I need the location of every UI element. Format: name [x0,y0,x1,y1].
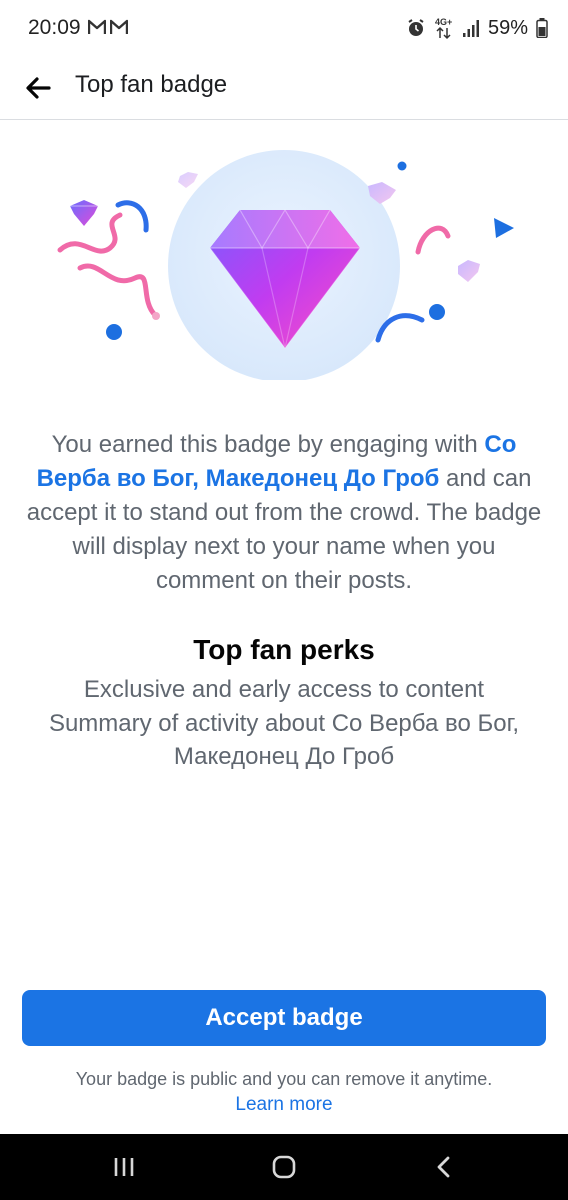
confetti-dot [397,161,407,171]
small-gem-left [70,200,98,226]
back-icon [437,1156,450,1178]
badge-description: You earned this badge by engaging with С… [26,428,542,598]
confetti-arc [415,225,451,255]
perk-item: Exclusive and early access to content [83,676,485,703]
confetti-dot [429,304,445,320]
description-text: You earned this badge by engaging with [51,431,485,458]
home-button[interactable] [254,1147,314,1187]
network-4g-icon: 4G+ [435,17,452,40]
signal-icon [462,20,479,37]
confetti-squiggle [57,212,123,254]
confetti-triangle [494,218,514,238]
header: Top fan badge [0,56,568,120]
recent-apps-icon [114,1158,134,1176]
confetti-squiggle [77,263,158,318]
perks-title: Top fan perks [193,634,375,665]
status-icons: 4G+ 59% [406,15,548,41]
status-bar: 20:09 4G+ 59% [0,0,568,56]
alarm-icon [408,19,424,36]
network-label: 4G+ [435,17,452,27]
gmail-icon [88,19,106,34]
page-title: Top fan badge [75,71,228,98]
accept-badge-button[interactable]: Accept badge [22,990,546,1046]
battery-percent: 59% [487,16,528,39]
small-gem-right [458,260,480,282]
small-gem-top [178,172,198,188]
public-badge-note: Your badge is public and you can remove … [75,1069,493,1089]
confetti-dot [152,312,160,320]
confetti-arc [115,200,149,233]
android-nav-bar [0,1134,568,1200]
back-button[interactable] [16,66,60,110]
status-time: 20:09 [28,16,81,39]
battery-icon [536,18,548,38]
learn-more-link[interactable]: Learn more [0,1094,568,1116]
nav-back-button[interactable] [414,1147,474,1187]
gmail-icon [110,19,128,34]
badge-illustration [57,150,514,380]
arrow-left-icon [26,77,51,99]
confetti-dot [106,324,122,340]
home-icon [272,1155,296,1179]
recent-apps-button[interactable] [94,1147,154,1187]
perk-item: Summary of activity about Со Верба во Бо… [48,710,520,770]
